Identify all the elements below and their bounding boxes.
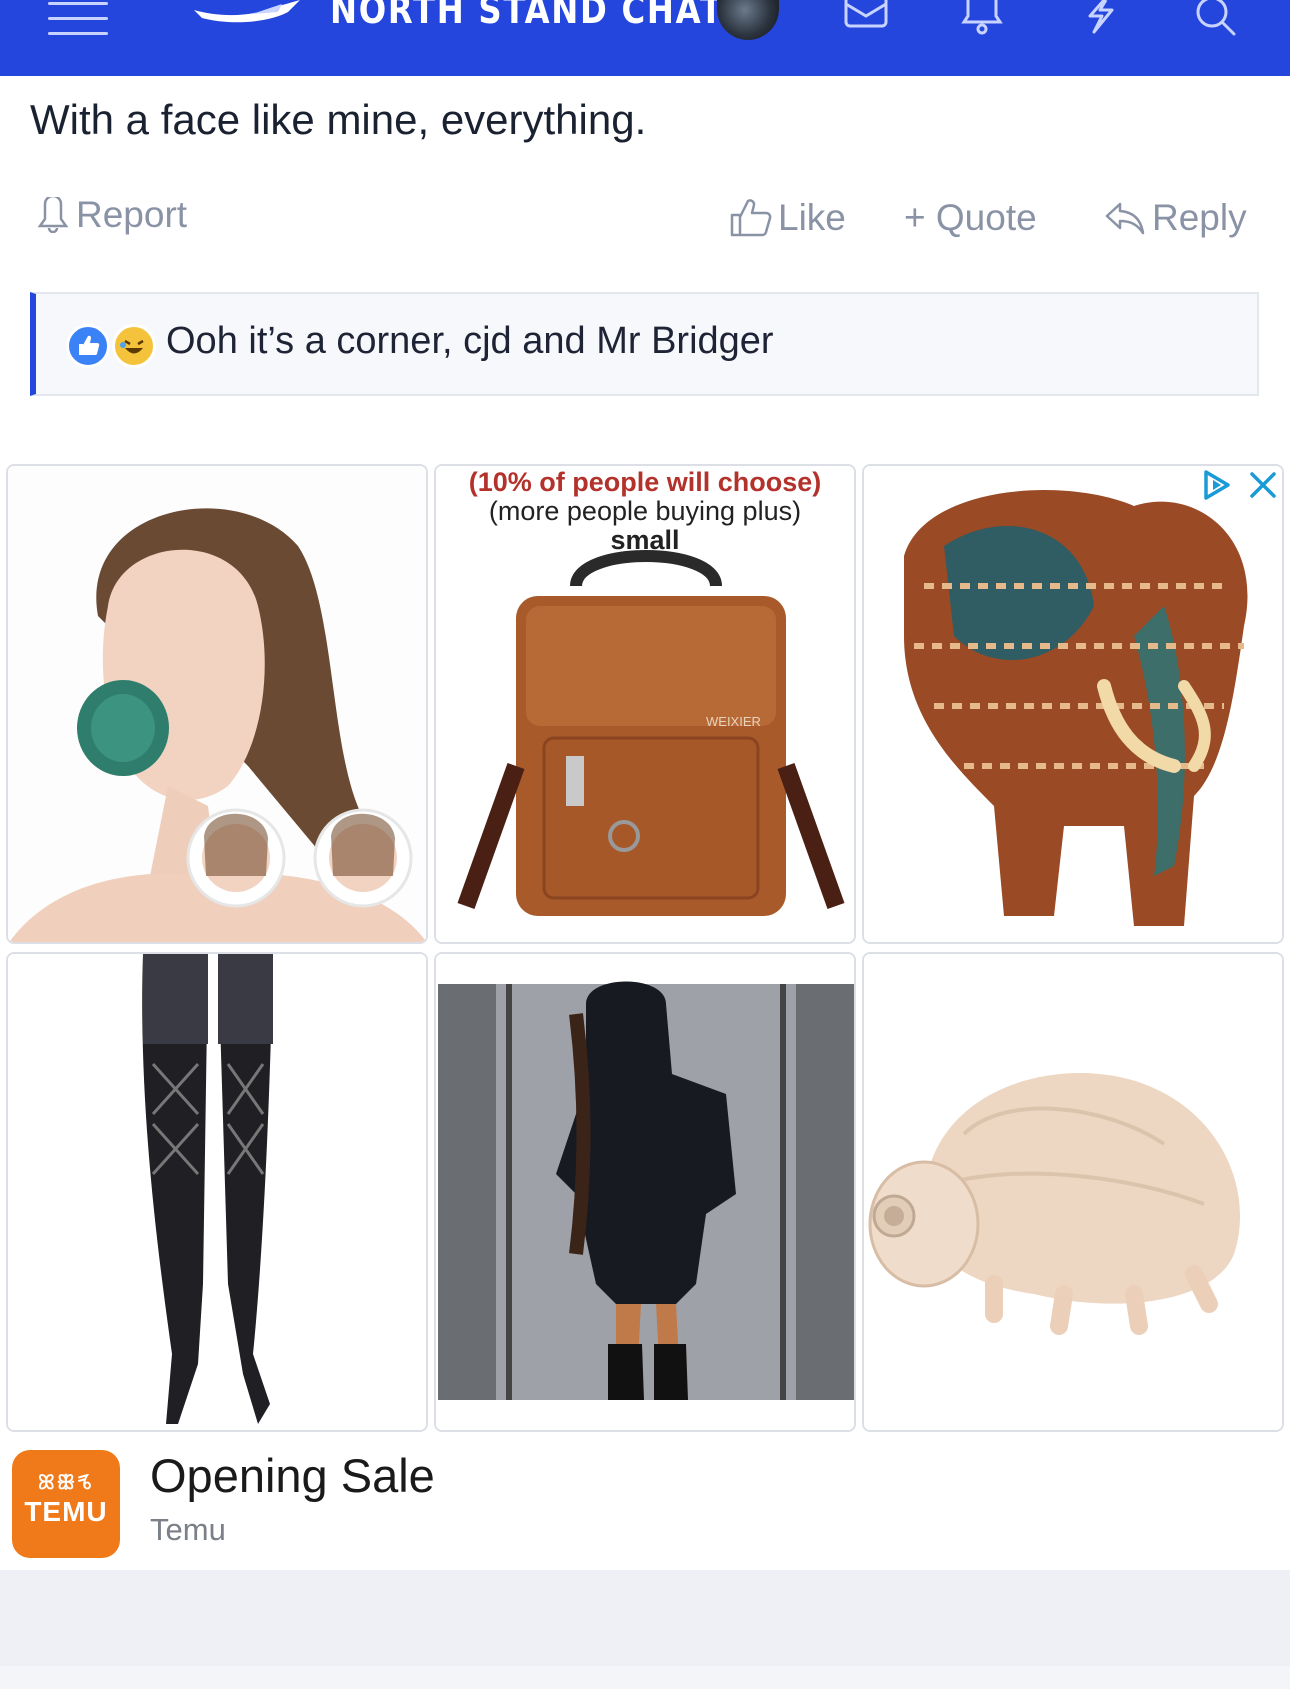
stockings-product[interactable]	[6, 952, 428, 1432]
search-icon[interactable]	[1194, 0, 1242, 36]
temu-logo-glyphs: ꕤꕥꕦ	[37, 1472, 95, 1494]
like-button[interactable]: Like	[730, 197, 846, 239]
caption-line-2: (more people buying plus)	[488, 496, 802, 526]
footer-spacer	[0, 1570, 1290, 1666]
reply-label: Reply	[1152, 197, 1247, 238]
like-reaction-icon	[66, 324, 110, 368]
ad-container: WEIXIER (10% of people will choose) (mor…	[0, 430, 1290, 1570]
caption-line-3: small	[610, 525, 680, 555]
laugh-reaction-icon	[112, 324, 156, 368]
bell-icon	[37, 197, 69, 233]
quote-button[interactable]: + Quote	[904, 197, 1037, 239]
post-text: With a face like mine, everything.	[30, 96, 647, 143]
quote-label: + Quote	[904, 197, 1037, 238]
reaction-text[interactable]: Ooh it’s a corner, cjd and Mr Bridger	[166, 320, 774, 363]
reply-button[interactable]: Reply	[1104, 197, 1247, 239]
report-button[interactable]: Report	[36, 194, 187, 236]
like-label: Like	[778, 197, 846, 238]
temu-logo-word: TEMU	[24, 1496, 108, 1527]
ad-choices[interactable]	[1200, 468, 1278, 502]
bell-icon[interactable]	[958, 0, 1006, 36]
mail-icon[interactable]	[842, 0, 890, 36]
logo-bird-icon[interactable]	[192, 0, 307, 26]
elephant-image	[864, 466, 1282, 942]
menu-icon[interactable]	[48, 2, 108, 36]
ad-advertiser[interactable]: Temu	[150, 1512, 226, 1548]
reaction-summary[interactable]: Ooh it’s a corner, cjd and Mr Bridger	[30, 292, 1259, 396]
forum-post: With a face like mine, everything. Repor…	[0, 76, 1290, 430]
ad-title[interactable]: Opening Sale	[150, 1448, 435, 1503]
lightning-icon[interactable]	[1076, 0, 1124, 36]
ad-choices-icon[interactable]	[1200, 468, 1234, 502]
plush-toy-image	[864, 954, 1282, 1430]
plush-toy-product[interactable]	[862, 952, 1284, 1432]
leather-bag-product[interactable]: WEIXIER (10% of people will choose) (mor…	[434, 464, 856, 944]
bodysuit-image	[436, 954, 854, 1430]
report-label: Report	[76, 194, 188, 235]
stockings-image	[8, 954, 426, 1430]
face-slimmer-image	[8, 466, 426, 942]
elephant-puzzle-product[interactable]	[862, 464, 1284, 944]
bodysuit-product[interactable]	[434, 952, 856, 1432]
bag-brand-mark: WEIXIER	[706, 714, 761, 729]
temu-logo[interactable]: ꕤꕥꕦ TEMU	[12, 1450, 120, 1558]
reply-arrow-icon	[1105, 202, 1145, 235]
site-name[interactable]: NORTH STAND CHAT	[330, 0, 724, 32]
face-slimmer-product[interactable]	[6, 464, 428, 944]
bag-caption: (10% of people will choose) (more people…	[436, 468, 854, 555]
thumbs-up-icon	[730, 199, 772, 237]
top-navigation-bar: NORTH STAND CHAT	[0, 0, 1290, 76]
avatar[interactable]	[717, 0, 779, 40]
bottom-strip	[0, 1666, 1290, 1689]
caption-line-1: (10% of people will choose)	[468, 467, 822, 497]
close-icon[interactable]	[1248, 470, 1278, 500]
